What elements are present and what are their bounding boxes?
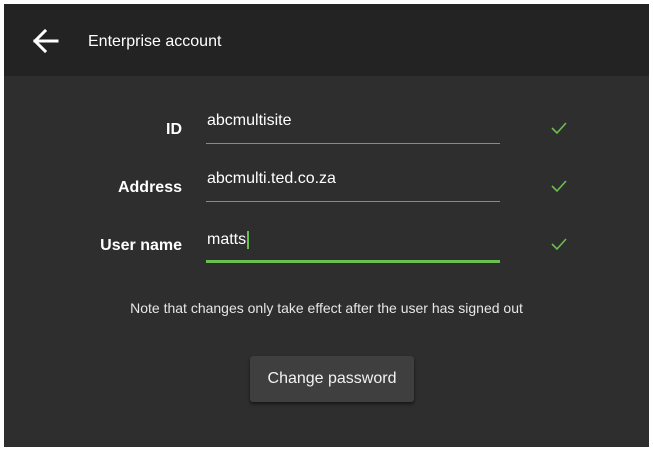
address-valid-check-icon	[551, 180, 567, 193]
page-title: Enterprise account	[88, 33, 222, 50]
id-label: ID	[166, 121, 182, 138]
address-field[interactable]: abcmulti.ted.co.za	[206, 170, 500, 202]
user-name-label: User name	[100, 237, 182, 254]
sign-out-note: Note that changes only take effect after…	[130, 300, 523, 316]
id-field-value: abcmultisite	[207, 112, 292, 129]
change-password-button[interactable]: Change password	[250, 356, 414, 402]
user-name-field-underline	[206, 260, 500, 263]
id-field-underline	[206, 143, 500, 144]
back-button[interactable]	[32, 28, 60, 54]
address-label: Address	[117, 179, 182, 196]
user-name-field-value-wrap: matts	[207, 231, 250, 249]
app-bar: Enterprise account	[4, 4, 649, 76]
id-field[interactable]: abcmultisite	[206, 112, 500, 144]
user-name-valid-check-icon	[551, 238, 567, 251]
text-caret	[247, 231, 250, 249]
user-name-field[interactable]: matts	[206, 231, 500, 263]
arrow-left-icon	[32, 28, 59, 54]
user-name-field-value: matts	[207, 231, 247, 248]
address-field-value: abcmulti.ted.co.za	[207, 170, 336, 187]
id-valid-check-icon	[551, 122, 567, 135]
address-field-underline	[206, 201, 500, 202]
enterprise-account-screen: Enterprise account ID abcmultisite Addre…	[4, 4, 649, 447]
